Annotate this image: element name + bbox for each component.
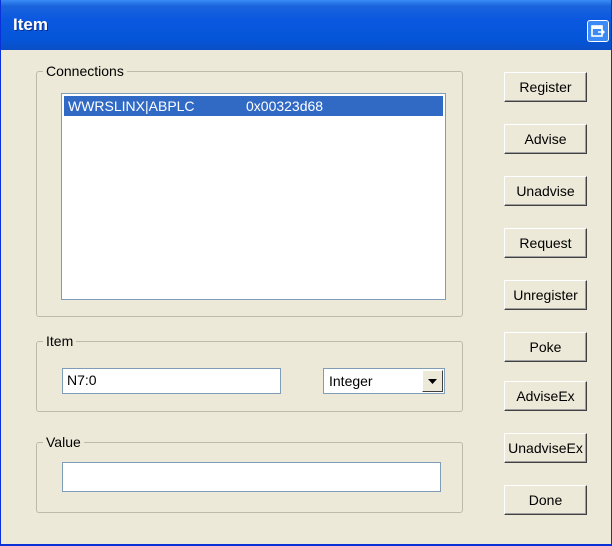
- done-button[interactable]: Done: [504, 485, 587, 515]
- list-item[interactable]: WWRSLINX|ABPLC 0x00323d68: [64, 96, 443, 116]
- chevron-down-icon[interactable]: [422, 370, 443, 392]
- item-type-value: Integer: [329, 373, 373, 389]
- register-button[interactable]: Register: [504, 72, 587, 102]
- poke-button[interactable]: Poke: [504, 332, 587, 362]
- unregister-button[interactable]: Unregister: [504, 280, 587, 310]
- window-title: Item: [13, 15, 48, 34]
- value-legend: Value: [43, 434, 84, 450]
- item-legend: Item: [43, 333, 77, 349]
- item-dialog: Item Connections WWRSLINX|ABPLC 0x00323d…: [0, 0, 612, 546]
- unadvise-button[interactable]: Unadvise: [504, 176, 587, 206]
- connection-name: WWRSLINX|ABPLC: [68, 98, 195, 114]
- connection-handle: 0x00323d68: [246, 98, 324, 114]
- item-type-select[interactable]: Integer: [323, 368, 445, 394]
- request-button[interactable]: Request: [504, 228, 587, 258]
- value-input[interactable]: [62, 462, 441, 492]
- item-name-input[interactable]: N7:0: [62, 368, 281, 394]
- advise-ex-button[interactable]: AdviseEx: [504, 381, 587, 411]
- connections-legend: Connections: [43, 63, 127, 79]
- unadvise-ex-button[interactable]: UnadviseEx: [504, 433, 587, 463]
- connections-list[interactable]: WWRSLINX|ABPLC 0x00323d68: [61, 93, 446, 300]
- title-bar[interactable]: Item: [1, 0, 611, 50]
- advise-button[interactable]: Advise: [504, 124, 587, 154]
- window-button-icon[interactable]: [587, 20, 609, 42]
